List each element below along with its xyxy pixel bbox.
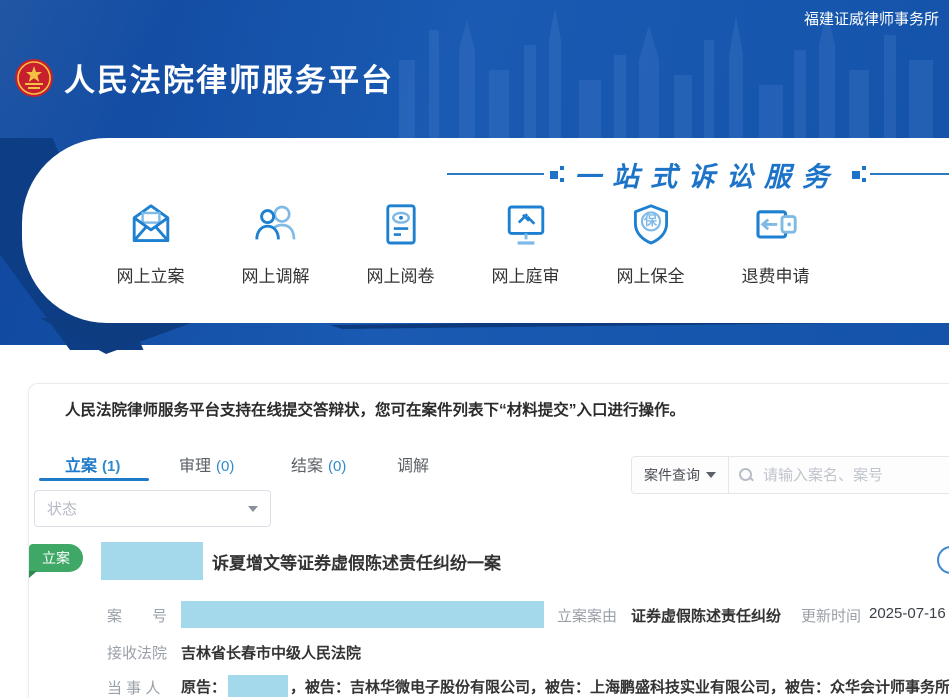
service-online-trial[interactable]: 网上庭审 <box>463 196 588 287</box>
caret-down-icon <box>706 472 716 478</box>
platform-brand: 人民法院律师服务平台 <box>14 55 394 100</box>
wallet-refund-icon <box>755 210 797 239</box>
receiving-court-value: 吉林省长春市中级人民法院 <box>181 645 362 662</box>
case-number-label: 案 号 <box>107 608 168 625</box>
status-filter-select[interactable]: 状态 <box>34 490 271 527</box>
shield-bao-character: 保 <box>643 213 657 228</box>
page-title: 人民法院律师服务平台 <box>64 63 394 98</box>
receiving-court-label: 接收法院 <box>107 645 168 662</box>
tab-count: (1) <box>102 458 121 475</box>
redacted-case-number <box>181 601 544 628</box>
updated-label: 更新时间 <box>801 608 862 625</box>
parties-value: 原告： ，被告：吉林华微电子股份有限公司，被告：上海鹏盛科技实业有限公司，被告：众… <box>181 675 949 697</box>
open-envelope-icon <box>132 204 169 243</box>
tab-count: (0) <box>216 458 235 475</box>
search-icon <box>739 468 753 482</box>
page: 福建证威律师事务所 人民法院律师服务平台 一站式诉讼服务 网上立案 网上调解 网… <box>0 0 949 698</box>
case-search-group: 案件查询 <box>631 456 949 494</box>
tab-closed[interactable]: 结案 (0) <box>291 452 346 476</box>
active-tab-underline <box>39 478 149 481</box>
plaintiff-prefix: 原告： <box>181 679 227 696</box>
service-menu: 网上立案 网上调解 网上阅卷 网上庭审 保 网上保全 退费申请 <box>88 196 838 287</box>
slogan-text: 一站式诉讼服务 <box>574 161 840 192</box>
service-online-mediation[interactable]: 网上调解 <box>213 196 338 287</box>
tab-filing[interactable]: 立案 (1) <box>65 452 120 476</box>
service-label: 网上调解 <box>241 267 310 286</box>
service-label: 网上保全 <box>616 267 685 286</box>
case-expand-button[interactable] <box>937 546 949 574</box>
slogan-square-decor-left <box>548 166 564 182</box>
tab-mediation[interactable]: 调解 <box>397 452 434 476</box>
slogan-line-right <box>870 173 949 175</box>
redacted-plaintiff-short <box>228 675 289 697</box>
document-eye-icon <box>385 204 416 245</box>
law-firm-name[interactable]: 福建证威律师事务所 <box>804 8 939 29</box>
people-icon <box>254 205 295 240</box>
service-refund-application[interactable]: 退费申请 <box>713 196 838 287</box>
service-label: 网上立案 <box>116 267 185 286</box>
service-label: 网上庭审 <box>491 267 560 286</box>
search-field-wrap <box>729 457 949 493</box>
court-emblem-logo <box>15 58 53 97</box>
parties-label: 当 事 人 <box>107 680 161 697</box>
slogan-square-decor-right <box>850 166 866 182</box>
monitor-gavel-icon <box>507 205 544 245</box>
cause-label: 立案案由 <box>557 608 618 625</box>
case-search-input[interactable] <box>761 465 949 485</box>
tab-count: (0) <box>328 458 347 475</box>
case-list-card: 人民法院律师服务平台支持在线提交答辩状，您可在案件列表下“材料提交”入口进行操作… <box>28 383 949 698</box>
updated-value: 2025-07-16 <box>869 605 946 622</box>
slogan-row: 一站式诉讼服务 <box>447 153 949 195</box>
service-online-file-review[interactable]: 网上阅卷 <box>338 196 463 287</box>
case-query-dropdown[interactable]: 案件查询 <box>632 457 729 493</box>
tab-trial[interactable]: 审理 (0) <box>179 452 234 476</box>
notice-text: 人民法院律师服务平台支持在线提交答辩状，您可在案件列表下“材料提交”入口进行操作… <box>65 402 686 419</box>
cause-value: 证券虚假陈述责任纠纷 <box>631 608 782 625</box>
case-status-badge: 立案 <box>29 544 83 578</box>
service-online-filing[interactable]: 网上立案 <box>88 196 213 287</box>
defendants-text: ，被告：吉林华微电子股份有限公司，被告：上海鹏盛科技实业有限公司，被告：众华会计… <box>290 679 949 696</box>
service-online-preservation[interactable]: 保 网上保全 <box>588 196 713 287</box>
caret-down-icon <box>248 505 258 512</box>
redacted-plaintiff-name <box>101 542 203 580</box>
slogan-line-left <box>447 173 544 175</box>
case-title[interactable]: 诉夏增文等证券虚假陈述责任纠纷一案 <box>212 549 501 574</box>
service-label: 退费申请 <box>741 267 810 286</box>
services-banner-card: 一站式诉讼服务 网上立案 网上调解 网上阅卷 网上庭审 保 网上保全 退费申请 <box>22 138 949 323</box>
service-label: 网上阅卷 <box>366 267 435 286</box>
